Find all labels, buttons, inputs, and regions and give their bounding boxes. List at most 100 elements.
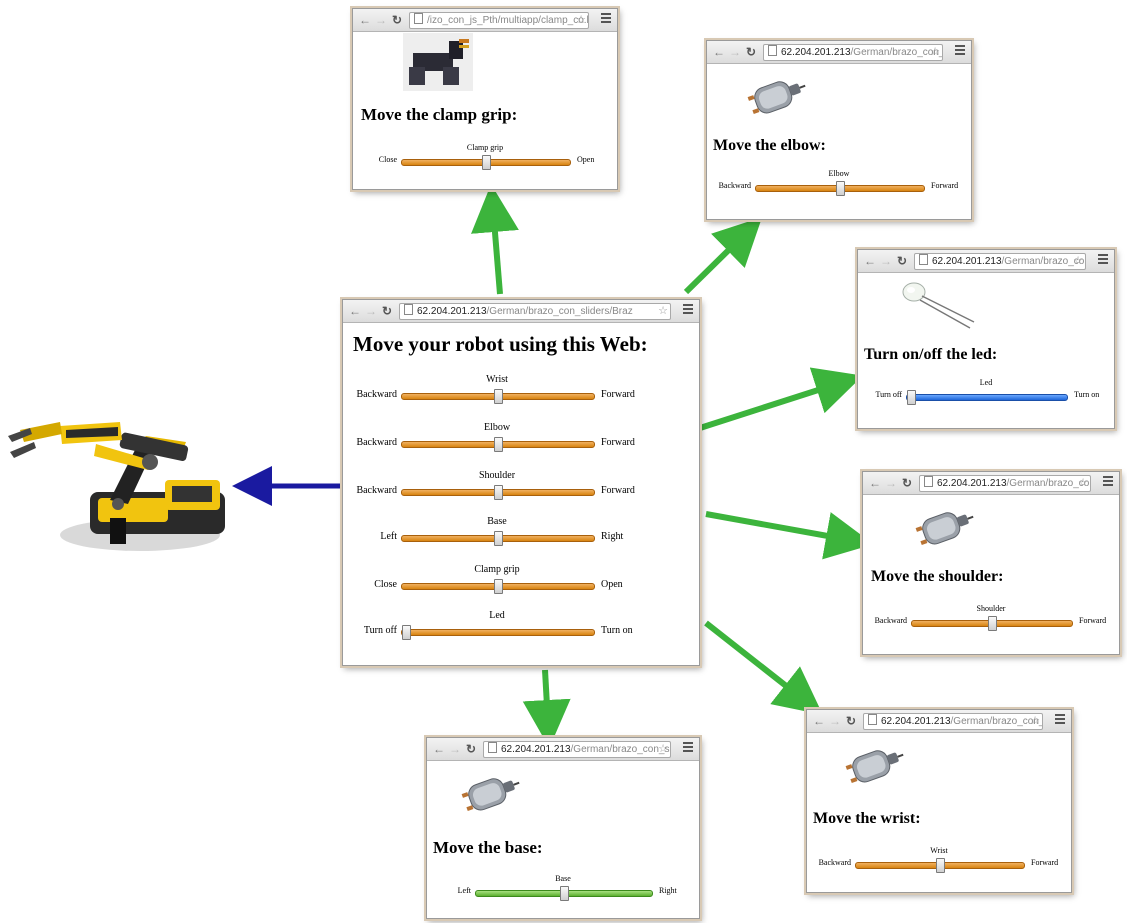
slider-track[interactable] (755, 181, 925, 196)
url-host: 62.204.201.213 (932, 256, 1002, 267)
slider-label: Clamp grip (474, 564, 520, 575)
reload-icon[interactable]: ↻ (846, 713, 856, 729)
forward-arrow-icon[interactable]: → (885, 475, 897, 491)
slider-max-label: Forward (931, 181, 959, 190)
slider-thumb[interactable] (493, 485, 503, 500)
hamburger-menu-icon[interactable] (683, 742, 693, 754)
reload-icon[interactable]: ↻ (466, 741, 476, 757)
motor-image (747, 81, 806, 115)
slider-thumb[interactable] (493, 389, 503, 404)
hamburger-menu-icon[interactable] (1055, 714, 1065, 726)
slider-thumb[interactable] (493, 579, 503, 594)
slider-thumb[interactable] (559, 886, 569, 901)
back-arrow-icon[interactable]: ← (813, 713, 825, 729)
address-bar[interactable]: 62.204.201.213/German/brazo_con_slide ☆ (763, 44, 943, 61)
slider-max-label: Turn on (601, 625, 633, 636)
url-host: 62.204.201.213 (501, 744, 571, 755)
reload-icon[interactable]: ↻ (897, 253, 907, 269)
slider-track[interactable] (401, 625, 595, 640)
slider-max-label: Forward (601, 389, 635, 400)
forward-arrow-icon[interactable]: → (365, 303, 377, 319)
address-bar[interactable]: 62.204.201.213/German/brazo_con_sliders/… (399, 303, 671, 320)
slider-group: Led Turn off Turn on (858, 378, 1114, 414)
slider-track[interactable] (911, 616, 1073, 631)
page-title: Move the shoulder: (871, 568, 1004, 585)
star-icon[interactable]: ☆ (658, 742, 668, 757)
slider-label: Base (487, 516, 507, 527)
slider-max-label: Right (601, 531, 624, 542)
arrow-to-shoulder (705, 511, 874, 560)
reload-icon[interactable]: ↻ (902, 475, 912, 491)
url-host: 62.204.201.213 (937, 478, 1007, 489)
slider-track[interactable] (906, 390, 1068, 405)
back-arrow-icon[interactable]: ← (433, 741, 445, 757)
address-bar[interactable]: /izo_con_js_Pth/multiapp/clamp_co.html ☆ (409, 12, 589, 29)
reload-icon[interactable]: ↻ (382, 303, 392, 319)
slider-track[interactable] (475, 886, 653, 901)
back-arrow-icon[interactable]: ← (359, 12, 371, 28)
slider-thumb[interactable] (481, 155, 491, 170)
hamburger-menu-icon[interactable] (1098, 254, 1108, 266)
address-bar[interactable]: 62.204.201.213/German/brazo_con_slide ☆ (914, 253, 1086, 270)
slider-label: Base (555, 874, 571, 883)
forward-arrow-icon[interactable]: → (729, 44, 741, 60)
arrow-to-elbow (683, 217, 763, 295)
slider-track[interactable] (401, 155, 571, 170)
slider-thumb[interactable] (493, 437, 503, 452)
slider-group: Wrist Backward Forward (343, 374, 699, 414)
page-icon (768, 45, 777, 56)
back-arrow-icon[interactable]: ← (349, 303, 361, 319)
star-icon[interactable]: ☆ (658, 304, 668, 319)
back-arrow-icon[interactable]: ← (864, 253, 876, 269)
slider-thumb[interactable] (907, 390, 916, 405)
address-bar[interactable]: 62.204.201.213/German/brazo_con_slide ☆ (919, 475, 1091, 492)
slider-max-label: Forward (1079, 616, 1107, 625)
star-icon[interactable]: ☆ (1078, 476, 1088, 491)
forward-arrow-icon[interactable]: → (880, 253, 892, 269)
slider-track[interactable] (855, 858, 1025, 873)
star-icon[interactable]: ☆ (1030, 714, 1040, 729)
star-icon[interactable]: ☆ (576, 13, 586, 28)
slider-track[interactable] (401, 437, 595, 452)
forward-arrow-icon[interactable]: → (829, 713, 841, 729)
slider-track[interactable] (401, 485, 595, 500)
slider-thumb[interactable] (402, 625, 411, 640)
hamburger-menu-icon[interactable] (683, 304, 693, 316)
led-browser-window: ← → ↻ 62.204.201.213/German/brazo_con_sl… (857, 249, 1115, 429)
slider-thumb[interactable] (493, 531, 503, 546)
page-title: Move the clamp grip: (361, 105, 518, 124)
slider-thumb[interactable] (935, 858, 945, 873)
slider-max-label: Open (577, 155, 595, 164)
slider-max-label: Right (659, 886, 677, 895)
hamburger-menu-icon[interactable] (955, 45, 965, 57)
slider-track[interactable] (401, 579, 595, 594)
slider-track[interactable] (401, 531, 595, 546)
back-arrow-icon[interactable]: ← (713, 44, 725, 60)
slider-min-label: Turn off (875, 390, 902, 399)
slider-thumb[interactable] (987, 616, 997, 631)
clamp-browser-window: ← → ↻ /izo_con_js_Pth/multiapp/clamp_co.… (352, 8, 618, 190)
browser-toolbar: ← → ↻ 62.204.201.213/German/brazo_con_sl… (427, 738, 699, 761)
reload-icon[interactable]: ↻ (746, 44, 756, 60)
slider-max-label: Open (601, 579, 623, 590)
slider-thumb[interactable] (835, 181, 845, 196)
reload-icon[interactable]: ↻ (392, 12, 402, 28)
star-icon[interactable]: ☆ (930, 45, 940, 60)
hamburger-menu-icon[interactable] (1103, 476, 1113, 488)
slider-group: Clamp grip Close Open (343, 564, 699, 604)
slider-track[interactable] (401, 389, 595, 404)
address-bar[interactable]: 62.204.201.213/German/brazo_con_slide ☆ (483, 741, 671, 758)
arrow-to-clamp (471, 184, 519, 295)
shoulder-browser-window: ← → ↻ 62.204.201.213/German/brazo_con_sl… (862, 471, 1120, 655)
hamburger-menu-icon[interactable] (601, 13, 611, 25)
slider-group: Shoulder Backward Forward (343, 470, 699, 510)
slider-label: Wrist (486, 374, 508, 385)
star-icon[interactable]: ☆ (1073, 254, 1083, 269)
led-image (902, 282, 975, 329)
slider-group: Base Left Right (343, 516, 699, 556)
page-icon (919, 254, 928, 265)
back-arrow-icon[interactable]: ← (869, 475, 881, 491)
address-bar[interactable]: 62.204.201.213/German/brazo_con_slide ☆ (863, 713, 1043, 730)
forward-arrow-icon[interactable]: → (449, 741, 461, 757)
forward-arrow-icon[interactable]: → (375, 12, 387, 28)
